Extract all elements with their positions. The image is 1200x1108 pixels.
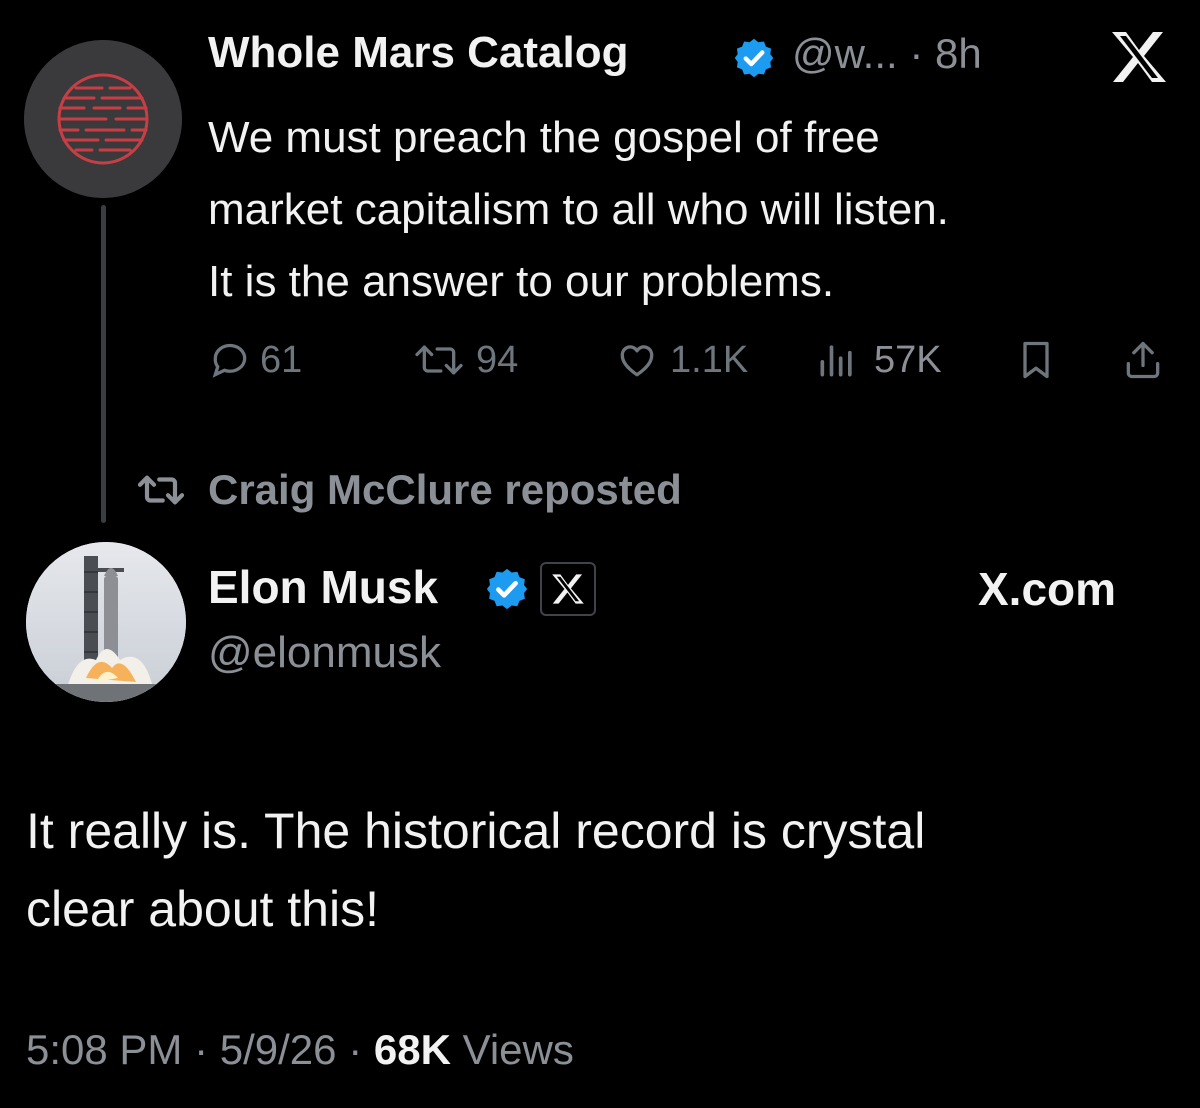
avatar-whole-mars-catalog[interactable] xyxy=(24,40,182,198)
tweet-text: It really is. The historical record is c… xyxy=(26,792,1176,948)
tweet-actions: 61 94 1.1K 57K xyxy=(208,332,1178,388)
bookmark-icon xyxy=(1023,341,1049,379)
affiliate-link[interactable]: X.com xyxy=(978,562,1116,616)
reply-button[interactable]: 61 xyxy=(208,332,302,388)
author-name[interactable]: Whole Mars Catalog xyxy=(208,28,629,78)
separator: · xyxy=(897,30,935,77)
tweet-text-line: market capitalism to all who will listen… xyxy=(208,185,949,234)
author-handle[interactable]: @elonmusk xyxy=(208,628,441,678)
tweet-time: 8h xyxy=(934,30,982,77)
repost-button[interactable]: 94 xyxy=(410,332,518,388)
affiliation-badge[interactable] xyxy=(540,562,596,616)
separator: · xyxy=(182,1026,220,1073)
tweet-text: We must preach the gospel of free market… xyxy=(208,102,1178,318)
x-logo-icon[interactable] xyxy=(1110,30,1168,84)
reply-icon xyxy=(212,343,247,378)
rocket-avatar xyxy=(26,542,186,702)
repost-icon xyxy=(415,345,463,375)
views-button[interactable]: 57K xyxy=(812,332,942,388)
avatar-elon-musk[interactable] xyxy=(26,542,186,702)
author-name[interactable]: Elon Musk xyxy=(208,560,438,614)
share-button[interactable] xyxy=(1120,332,1166,388)
repost-indicator[interactable]: Craig McClure reposted xyxy=(132,460,682,520)
repost-icon xyxy=(137,475,185,505)
like-button[interactable]: 1.1K xyxy=(614,332,748,388)
x-logo-icon xyxy=(552,574,584,604)
tweet-text-line: It is the answer to our problems. xyxy=(208,257,835,306)
share-icon xyxy=(1126,341,1160,379)
views-label: Views xyxy=(450,1026,574,1073)
thread-connector-line xyxy=(101,205,106,523)
views-icon xyxy=(820,345,852,377)
tweet-text-line: clear about this! xyxy=(26,881,379,937)
views-count: 68K xyxy=(373,1026,451,1073)
tweet-text-line: We must preach the gospel of free xyxy=(208,113,880,162)
bookmark-button[interactable] xyxy=(1014,332,1058,388)
tweet-date[interactable]: 5/9/26 xyxy=(220,1026,337,1073)
view-count: 57K xyxy=(874,338,942,381)
tweet-metadata: 5:08 PM · 5/9/26 · 68K Views xyxy=(26,1026,574,1074)
repost-label: Craig McClure reposted xyxy=(208,466,682,513)
repost-count: 94 xyxy=(476,338,519,381)
reply-count: 61 xyxy=(260,338,303,381)
verified-badge-icon xyxy=(486,568,528,610)
separator: · xyxy=(336,1026,374,1073)
handle-and-time[interactable]: @w... · 8h xyxy=(792,30,982,78)
like-count: 1.1K xyxy=(670,338,749,381)
verified-badge-icon xyxy=(734,38,774,78)
tweet-text-line: It really is. The historical record is c… xyxy=(26,803,926,859)
tweet-time[interactable]: 5:08 PM xyxy=(26,1026,182,1073)
like-icon xyxy=(620,345,654,377)
author-handle: @w... xyxy=(792,30,898,77)
whole-mars-logo xyxy=(24,40,182,198)
